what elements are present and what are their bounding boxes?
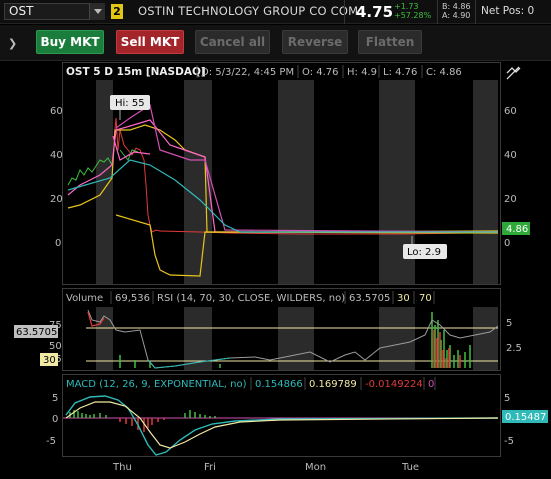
svg-text:Lo: 2.9: Lo: 2.9 (407, 247, 441, 258)
order-toolbar: ❯ Buy MKT Sell MKT Cancel all Reverse Fl… (0, 25, 551, 61)
rsi-title: RSI (14, 70, 30, CLOSE, WILDERS, no) (157, 293, 345, 304)
current-price-flag: 4.86 (502, 222, 530, 235)
volume-value: 69,536 (115, 293, 150, 304)
svg-text:Tue: Tue (401, 462, 419, 473)
high-marker: Hi: 55 (110, 95, 150, 120)
bar-open: O: 4.76 (302, 67, 339, 78)
macd-value-flag: 0.15487 (502, 410, 548, 423)
svg-text:63.5705: 63.5705 (16, 327, 57, 338)
macd-title: MACD (12, 26, 9, EXPONENTIAL, no) (66, 379, 247, 390)
macd-average: 0.169789 (309, 379, 357, 390)
svg-text:5: 5 (504, 393, 510, 404)
svg-text:5: 5 (506, 318, 512, 329)
volume-title: Volume (66, 293, 103, 304)
svg-text:Mon: Mon (305, 462, 326, 473)
svg-text:0: 0 (504, 238, 510, 249)
chart-style-icon[interactable] (506, 66, 521, 80)
price-chart[interactable]: OST 5 D 15m [NASDAQ] D: 5/3/22, 4:45 PM … (0, 62, 551, 476)
ask-price: A: 4.90 (442, 11, 471, 20)
time-axis: Thu Fri Mon Tue (112, 462, 419, 473)
svg-text:0: 0 (55, 238, 61, 249)
symbol-dropdown-icon[interactable] (89, 3, 105, 20)
buy-market-button[interactable]: Buy MKT (36, 30, 104, 54)
svg-text:4.86: 4.86 (506, 224, 528, 235)
cancel-all-button[interactable]: Cancel all (195, 30, 270, 54)
svg-text:2.5: 2.5 (506, 343, 522, 354)
rsi-value: 63.5705 (349, 293, 390, 304)
svg-text:0: 0 (52, 414, 58, 425)
net-position: Net Pos: 0 (481, 5, 535, 17)
chart-symbol-title: OST 5 D 15m [NASDAQ] (66, 66, 206, 78)
flatten-button[interactable]: Flatten (358, 30, 422, 54)
rsi-oversold: 30 (397, 293, 410, 304)
svg-text:40: 40 (504, 150, 517, 161)
macd-zero-label: 0 (428, 379, 434, 390)
svg-text:20: 20 (504, 194, 517, 205)
reverse-button[interactable]: Reverse (282, 30, 348, 54)
rsi-30-flag: 30 (40, 353, 58, 366)
chart-area[interactable]: OST 5 D 15m [NASDAQ] D: 5/3/22, 4:45 PM … (0, 62, 551, 476)
percent-change: +57.28% (394, 11, 432, 20)
svg-text:5: 5 (52, 393, 58, 404)
macd-axis-left: 5 0 -5 (46, 393, 58, 447)
rsi-overbought: 70 (419, 293, 432, 304)
svg-text:-5: -5 (46, 436, 56, 447)
chevron-right-icon[interactable]: ❯ (8, 37, 17, 50)
quote-bar: OST 2 OSTIN TECHNOLOGY GROUP CO COM 4.75… (0, 0, 551, 24)
svg-text:Hi: 55: Hi: 55 (115, 98, 145, 109)
last-price: 4.75 (356, 3, 394, 21)
bid-price: B: 4.86 (442, 2, 471, 11)
bar-high: H: 4.9 (347, 67, 377, 78)
volume-axis-right: 5 2.5 (506, 318, 522, 354)
bar-date: D: 5/3/22, 4:45 PM (201, 67, 294, 78)
svg-text:Thu: Thu (112, 462, 132, 473)
svg-text:60: 60 (504, 106, 517, 117)
svg-text:Fri: Fri (204, 462, 216, 473)
price-axis-left: 60 40 20 0 (50, 106, 63, 249)
macd-line (65, 395, 499, 456)
macd-value: 0.154866 (255, 379, 303, 390)
net-change: +1.73 (394, 2, 419, 11)
svg-text:0.15487: 0.15487 (505, 412, 546, 423)
bar-close: C: 4.86 (426, 67, 462, 78)
svg-text:30: 30 (43, 355, 56, 366)
svg-text:-5: -5 (504, 436, 514, 447)
rsi-value-flag: 63.5705 (14, 325, 58, 338)
svg-text:20: 20 (50, 194, 63, 205)
link-group-badge[interactable]: 2 (111, 4, 123, 19)
sell-market-button[interactable]: Sell MKT (116, 30, 184, 54)
macd-average-line (65, 401, 499, 449)
company-name: OSTIN TECHNOLOGY GROUP CO COM (138, 4, 359, 18)
svg-text:60: 60 (50, 106, 63, 117)
svg-text:40: 40 (50, 150, 63, 161)
bar-low: L: 4.76 (383, 67, 417, 78)
svg-text:50: 50 (49, 341, 62, 352)
macd-diff: -0.0149224 (365, 379, 423, 390)
